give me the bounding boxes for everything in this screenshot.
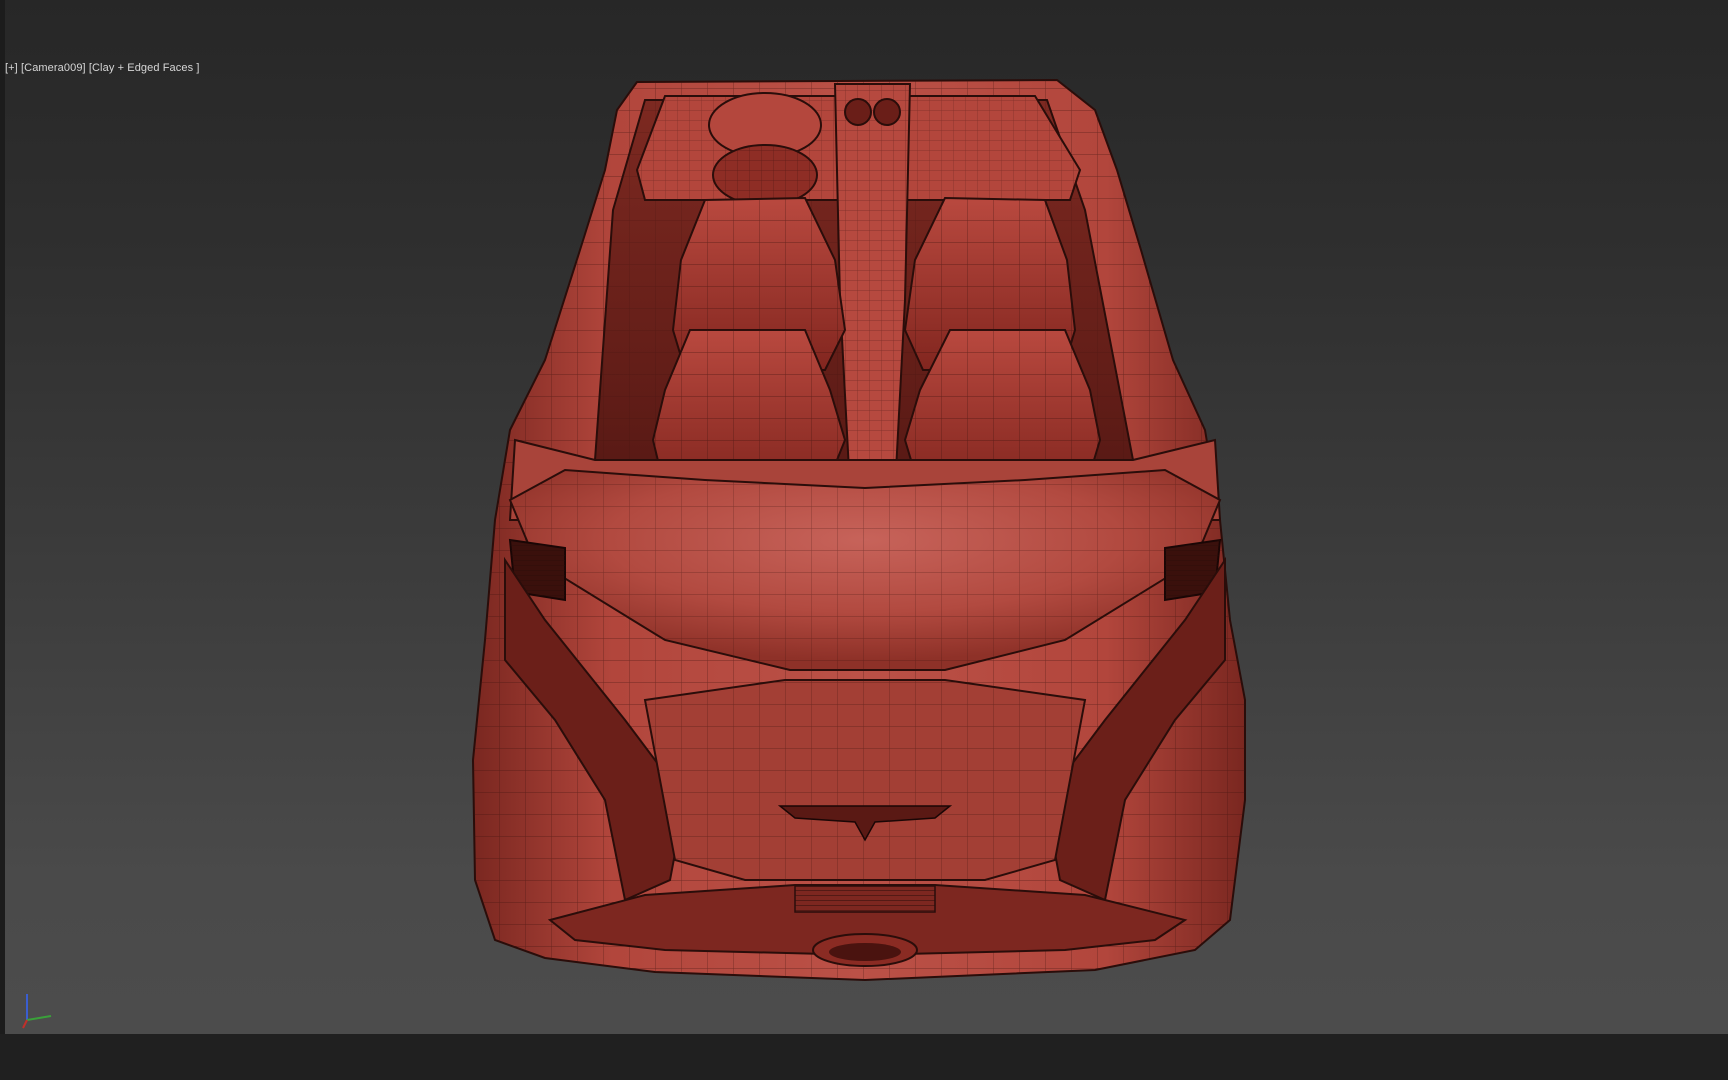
3d-viewport[interactable]: [+] [Camera009] [Clay + Edged Faces ] [5,0,1728,1034]
axis-gizmo-icon [22,994,52,1029]
car-model-render[interactable] [5,0,1728,1034]
app-window: [+] [Camera009] [Clay + Edged Faces ] [0,0,1728,1080]
bottom-panel [0,1034,1728,1080]
